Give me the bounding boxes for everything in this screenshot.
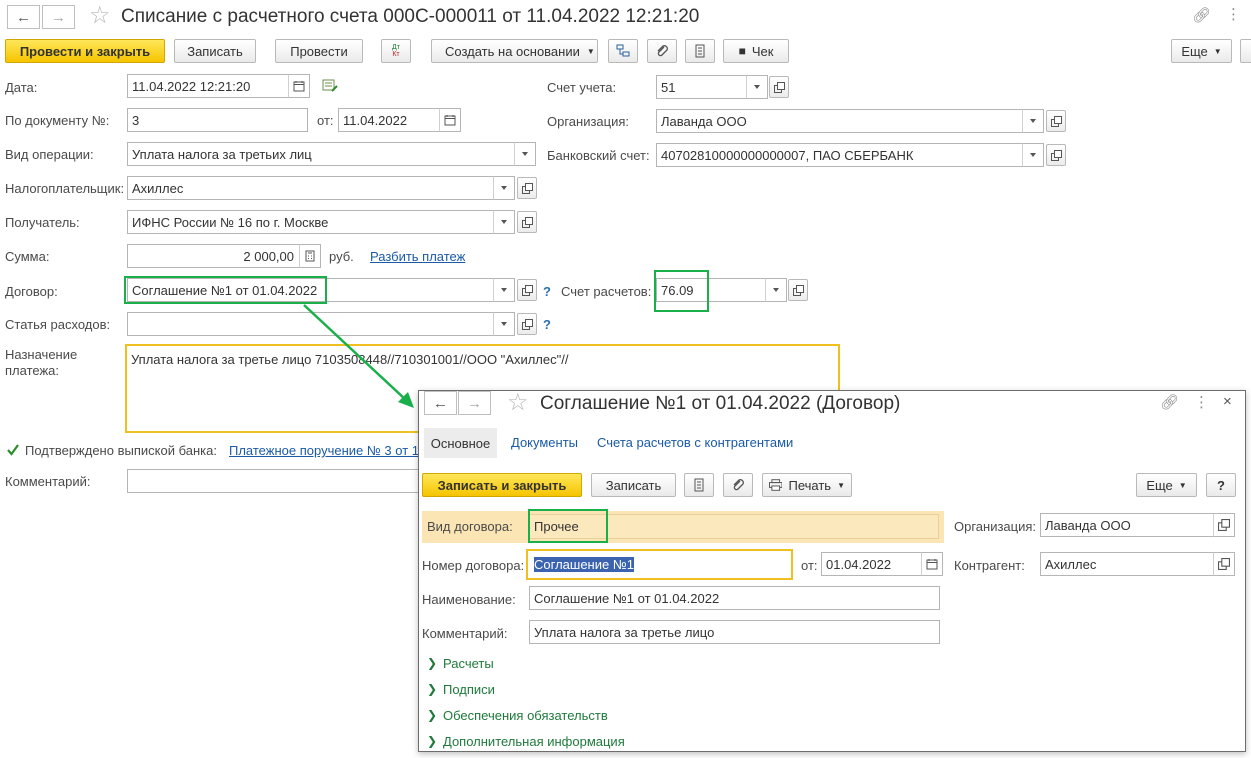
counterparty-label: Контрагент: [954,558,1025,573]
popup-more-button[interactable]: Еще ▼ [1136,473,1197,497]
popup-org-input[interactable]: Лаванда ООО [1040,513,1214,537]
contract-popup-window: ← → ☆ Соглашение №1 от 01.04.2022 (Догов… [418,390,1246,752]
counterparty-input[interactable]: Ахиллес [1040,552,1214,576]
contract-number-label: Номер договора: [422,558,525,573]
contract-number-selected-text: Соглашение №1 [534,557,635,572]
popup-comment-input[interactable]: Уплата налога за третье лицо [529,620,940,644]
popup-more-label: Еще [1146,477,1173,493]
popup-save-button[interactable]: Записать [591,473,676,497]
chevron-right-icon[interactable]: ❯ [427,656,437,670]
popup-attach-button[interactable] [723,473,753,497]
popup-back-button[interactable]: ← [424,391,457,415]
popup-save-close-button[interactable]: Записать и закрыть [422,473,582,497]
popup-org-open-button[interactable] [1213,513,1235,537]
chevron-right-icon[interactable]: ❯ [427,708,437,722]
popup-help-button[interactable]: ? [1206,473,1236,497]
popup-list-button[interactable] [684,473,714,497]
chevron-right-icon[interactable]: ❯ [427,682,437,696]
popup-comment-label: Комментарий: [422,626,508,641]
section-additional-info[interactable]: Дополнительная информация [443,734,625,749]
tab-settlement-accounts[interactable]: Счета расчетов с контрагентами [597,435,793,450]
chevron-down-icon: ▼ [1178,480,1187,490]
contract-number-input[interactable]: Соглашение №1 [526,549,793,580]
popup-forward-button[interactable]: → [458,391,491,415]
popup-more-vertical-icon[interactable]: ⋮ [1194,393,1209,411]
arrow-right-icon: → [467,394,482,412]
popup-close-icon[interactable]: × [1223,393,1232,410]
popup-from-input[interactable]: 01.04.2022 [821,552,922,576]
popup-from-calendar-button[interactable] [921,552,943,576]
open-window-icon [1218,519,1230,531]
popup-from-label: от: [801,558,818,573]
contract-kind-label: Вид договора: [427,519,513,534]
section-obligations[interactable]: Обеспечения обязательств [443,708,608,723]
popup-print-button[interactable]: Печать ▼ [762,473,852,497]
tab-main[interactable]: Основное [424,428,497,458]
contract-kind-highlight-box [528,509,608,543]
open-window-icon [1218,558,1230,570]
popup-title: Соглашение №1 от 01.04.2022 (Договор) [540,393,901,414]
tab-documents[interactable]: Документы [511,435,578,450]
arrow-left-icon: ← [433,394,448,412]
popup-print-label: Печать [788,477,832,493]
paperclip-icon [733,479,744,491]
chevron-right-icon[interactable]: ❯ [427,734,437,748]
chevron-down-icon: ▼ [837,480,845,490]
counterparty-open-button[interactable] [1213,552,1235,576]
contract-name-input[interactable]: Соглашение №1 от 01.04.2022 [529,586,940,610]
popup-favorite-star-icon[interactable]: ☆ [507,391,529,415]
popup-org-label: Организация: [954,519,1037,534]
section-settlements[interactable]: Расчеты [443,656,494,671]
calendar-icon [926,559,938,570]
popup-link-icon[interactable]: 🔗︎ [1160,393,1179,411]
section-signatures[interactable]: Подписи [443,682,495,697]
printer-icon [769,479,783,491]
list-icon [694,478,704,492]
contract-name-label: Наименование: [422,592,516,607]
